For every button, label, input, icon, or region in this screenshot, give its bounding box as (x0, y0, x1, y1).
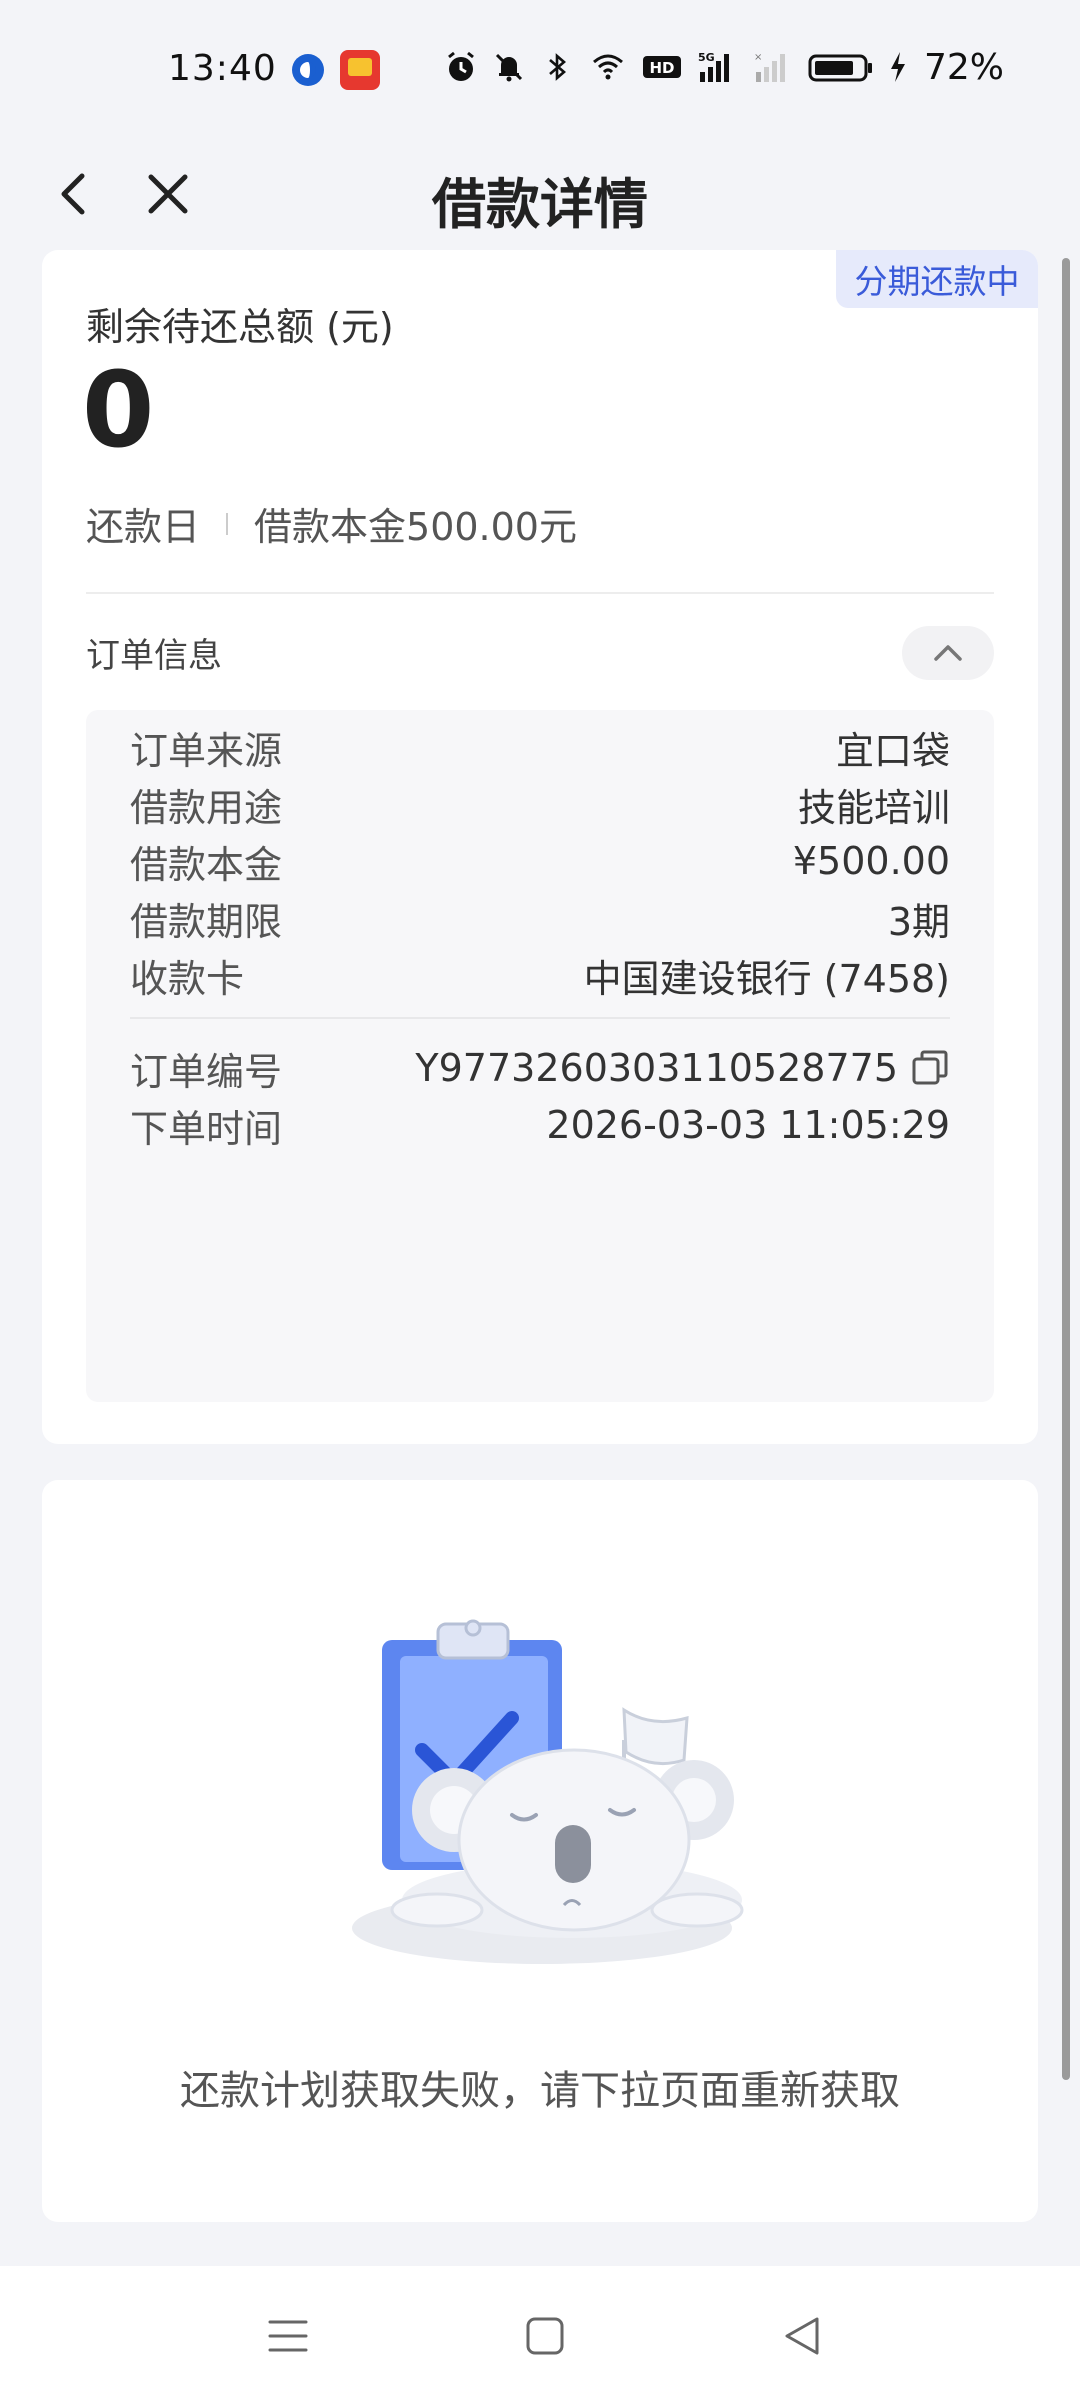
header: 借款详情 (0, 140, 1080, 250)
alarm-icon (448, 51, 474, 81)
sleeping-koala-clipboard-illustration (352, 1619, 744, 1964)
panel-divider (130, 1017, 950, 1019)
order-row-number: 订单编号 Y977326030311052877​5 (130, 1038, 950, 1098)
status-bar: 13:40 HD 5G × 72% (0, 0, 1080, 140)
menu-button[interactable] (258, 2306, 318, 2366)
order-time-value: 2026-03-03 11:05:29 (546, 1103, 950, 1147)
receiving-card-label: 收款卡 (130, 956, 245, 1001)
loan-detail-card: 分期还款中 剩余待还总额 (元) 0 还款日 借款本金500.00元 订单信息 … (42, 250, 1038, 1444)
order-time-label: 下单时间 (130, 1106, 283, 1151)
svg-text:HD: HD (649, 59, 674, 77)
order-row-principal: 借款本金 ¥500.00 (130, 831, 950, 891)
loan-term-label: 借款期限 (130, 899, 283, 944)
signal-5g-icon: 5G (698, 51, 729, 82)
order-row-time: 下单时间 2026-03-03 11:05:29 (130, 1095, 950, 1155)
order-row-term: 借款期限 3期 (130, 888, 950, 948)
status-time: 13:40 (168, 48, 277, 89)
status-badge: 分期还款中 (836, 250, 1038, 308)
repay-plan-card: 还款计划获取失败，请下拉页面重新获取 (42, 1480, 1038, 2222)
svg-text:×: × (754, 52, 762, 63)
order-row-card: 收款卡 中国建设银行 (7458) (130, 945, 950, 1005)
loan-principal-value: ¥500.00 (792, 839, 950, 883)
order-source-label: 订单来源 (130, 728, 283, 773)
loan-term-value: 3期 (887, 899, 950, 944)
principal-summary: 借款本金500.00元 (254, 505, 577, 549)
repay-plan-error-message: 还款计划获取失败，请下拉页面重新获取 (180, 2068, 900, 2114)
loan-principal-label: 借款本金 (130, 842, 283, 887)
back-nav-button[interactable] (772, 2306, 832, 2366)
repay-day-label: 还款日 (86, 505, 201, 549)
app-c-icon (292, 54, 324, 86)
receiving-card-value: 中国建设银行 (7458) (583, 956, 950, 1001)
home-square-icon (526, 2317, 564, 2355)
summary-divider (226, 512, 229, 535)
battery-percent: 72% (923, 46, 1004, 88)
battery-icon (808, 54, 872, 82)
order-info-title: 订单信息 (86, 636, 222, 676)
bluetooth-icon (549, 53, 566, 81)
order-source-value: 宜口袋 (835, 728, 950, 773)
order-number-label: 订单编号 (130, 1049, 283, 1094)
loan-purpose-value: 技能培训 (797, 785, 950, 830)
svg-text:5G: 5G (698, 51, 715, 64)
system-nav-bar (0, 2266, 1080, 2400)
order-number-group: Y977326030311052877​5 (415, 1046, 950, 1090)
divider (86, 592, 994, 594)
loan-summary: 还款日 借款本金500.00元 (86, 496, 577, 551)
charging-icon (890, 52, 905, 82)
back-triangle-icon (785, 2317, 819, 2355)
scrollbar[interactable] (1062, 258, 1070, 2080)
status-icons: HD 5G × 72% (444, 46, 1004, 88)
chevron-up-icon (934, 645, 962, 661)
mute-icon (495, 53, 523, 82)
app-red-icon (340, 50, 380, 90)
copy-icon[interactable] (910, 1048, 950, 1088)
signal-icon: × (754, 52, 785, 82)
wifi-icon (593, 54, 623, 80)
loan-purpose-label: 借款用途 (130, 785, 283, 830)
order-info-panel: 订单来源 宜口袋 借款用途 技能培训 借款本金 ¥500.00 借款期限 3期 … (86, 710, 994, 1402)
remaining-total-amount: 0 (82, 349, 155, 471)
remaining-total-label: 剩余待还总额 (元) (86, 305, 394, 349)
home-button[interactable] (515, 2306, 575, 2366)
collapse-order-info-button[interactable] (902, 626, 994, 680)
order-number-value: Y977326030311052877​5 (415, 1046, 898, 1090)
page-title: 借款详情 (432, 173, 648, 236)
order-row-source: 订单来源 宜口袋 (130, 717, 950, 777)
hd-icon: HD (642, 56, 681, 78)
order-row-purpose: 借款用途 技能培训 (130, 774, 950, 834)
menu-icon (268, 2320, 308, 2352)
